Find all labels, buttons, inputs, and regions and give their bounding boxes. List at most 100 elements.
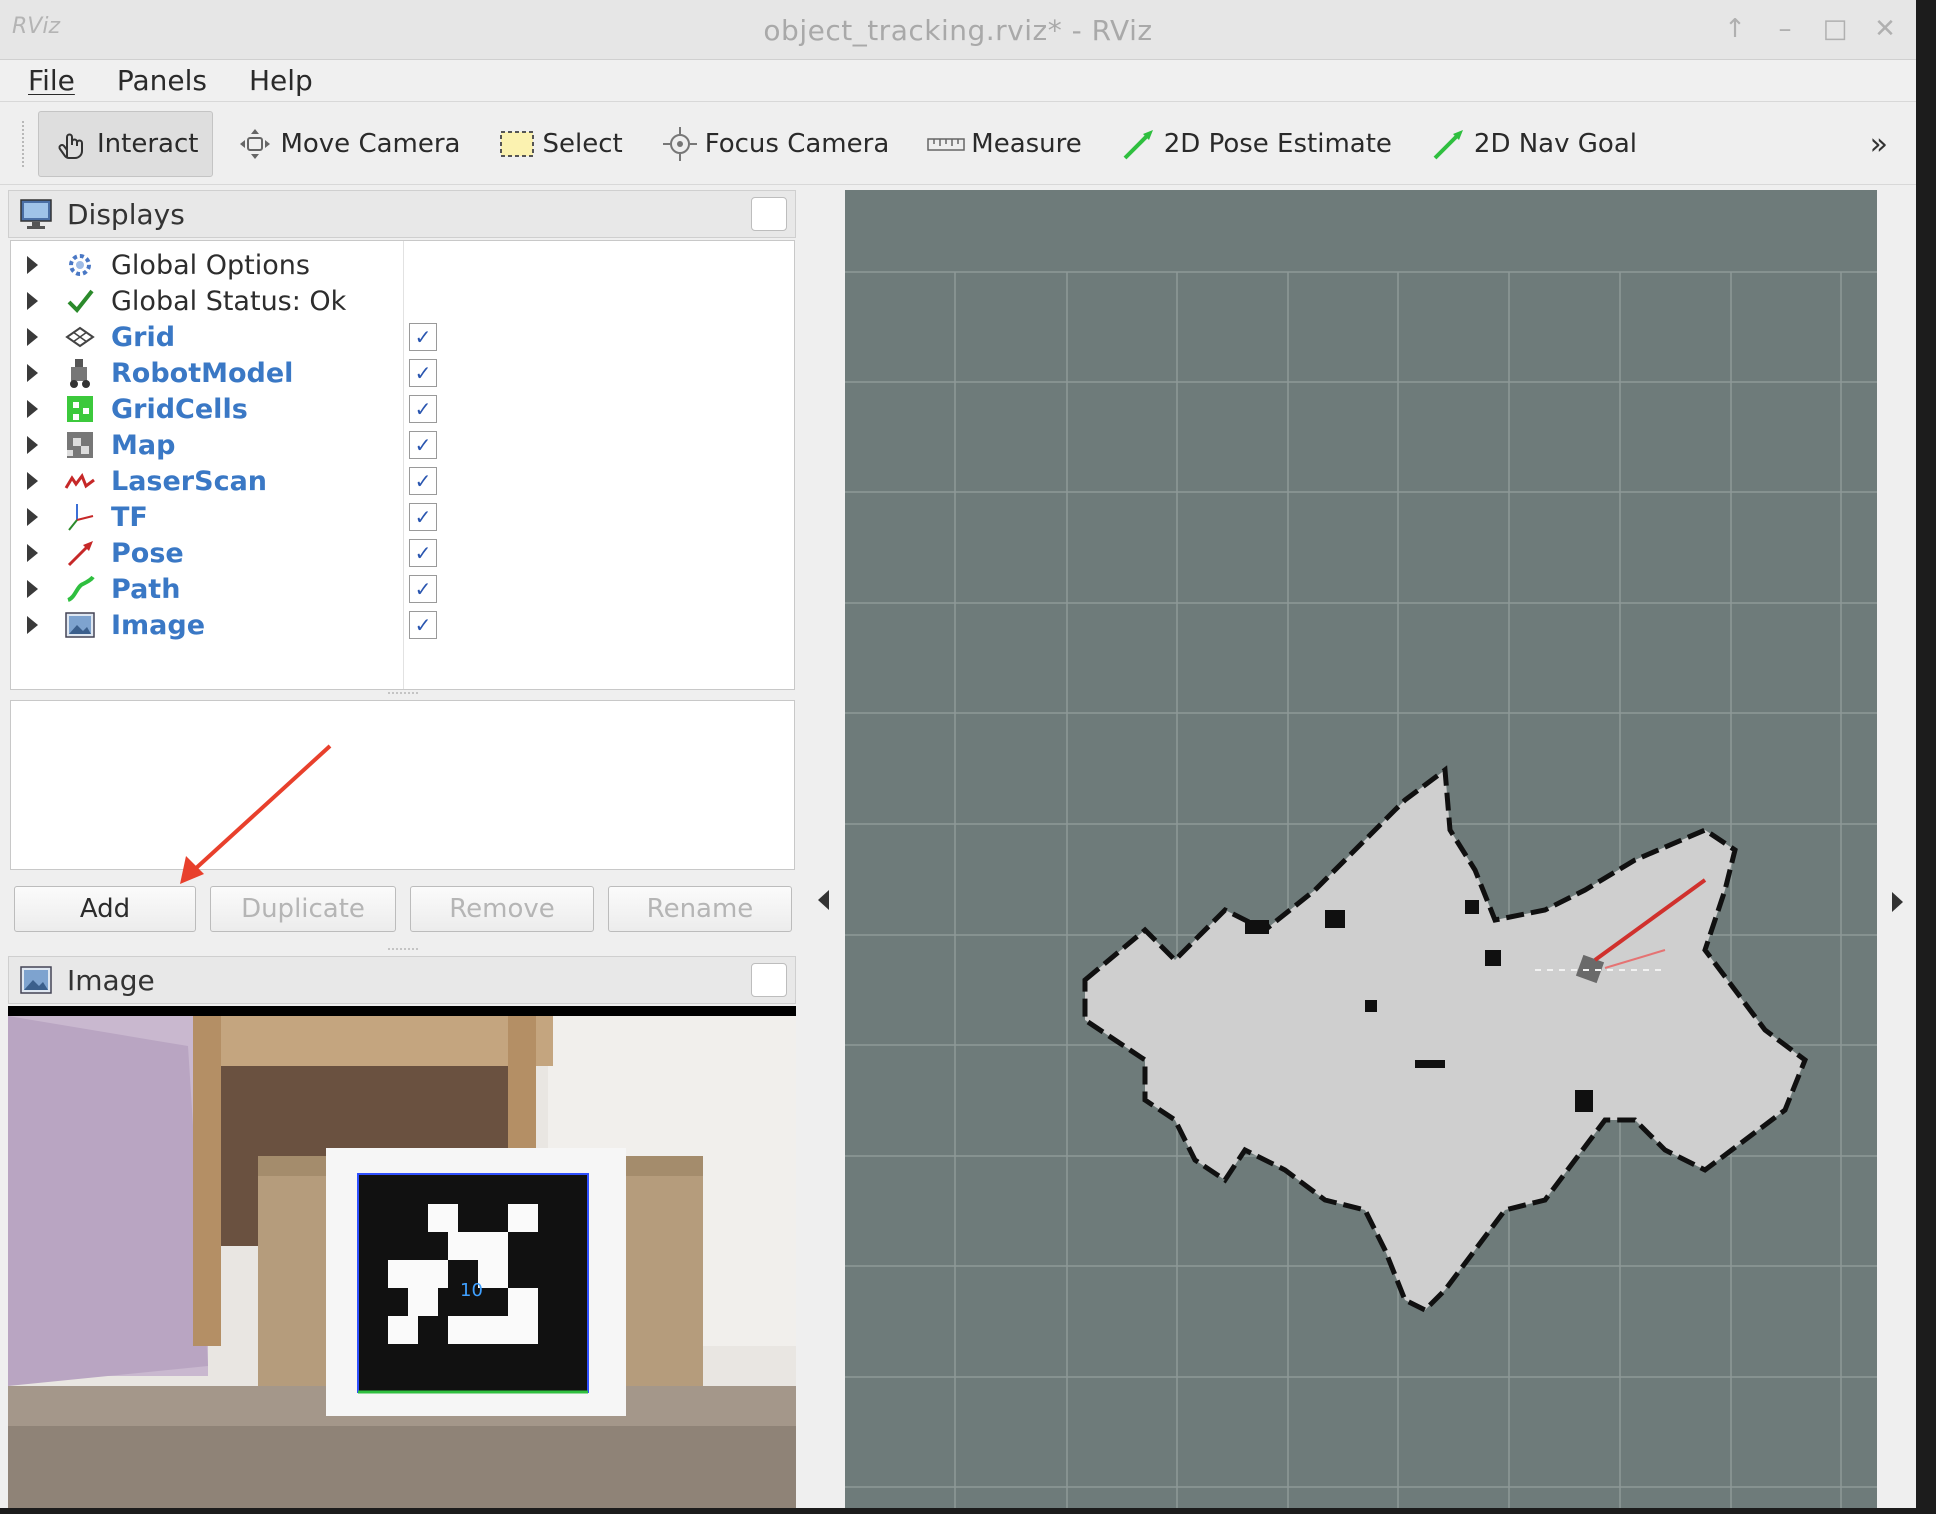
move-camera-icon xyxy=(236,125,274,163)
green-arrow-icon xyxy=(1430,125,1468,163)
camera-image-view: 10 xyxy=(8,1006,796,1508)
image-float-button[interactable] xyxy=(751,963,787,997)
display-item-image[interactable]: Image ✓ xyxy=(11,607,794,643)
collapse-left-dock-button[interactable] xyxy=(818,890,829,910)
expand-arrow-icon[interactable] xyxy=(27,616,38,634)
menu-bar: File Panels Help xyxy=(0,60,1916,102)
display-item-tf[interactable]: TF ✓ xyxy=(11,499,794,535)
enable-checkbox[interactable]: ✓ xyxy=(409,539,437,567)
window-controls: ↑ – □ ✕ xyxy=(1720,10,1900,48)
display-item-map[interactable]: Map ✓ xyxy=(11,427,794,463)
enable-checkbox[interactable]: ✓ xyxy=(409,467,437,495)
tool-label: Focus Camera xyxy=(704,128,890,159)
tool-label: Interact xyxy=(97,128,199,159)
displays-float-button[interactable] xyxy=(751,197,787,231)
enable-checkbox[interactable]: ✓ xyxy=(409,575,437,603)
rename-button[interactable]: Rename xyxy=(608,886,792,932)
expand-arrow-icon[interactable] xyxy=(27,256,38,274)
display-item-global-options[interactable]: Global Options xyxy=(11,247,794,283)
toolbar-grip[interactable] xyxy=(22,120,28,167)
hand-pointer-icon xyxy=(53,125,91,163)
tools-toolbar: Interact Move Camera Select Focus Camera… xyxy=(0,103,1916,185)
tool-move-camera[interactable]: Move Camera xyxy=(221,111,475,177)
close-icon[interactable]: ✕ xyxy=(1870,10,1900,48)
displays-splitter[interactable] xyxy=(388,692,418,698)
add-button[interactable]: Add xyxy=(14,886,196,932)
display-item-robotmodel[interactable]: RobotModel ✓ xyxy=(11,355,794,391)
enable-checkbox[interactable]: ✓ xyxy=(409,359,437,387)
display-item-label: LaserScan xyxy=(111,465,268,497)
maximize-icon[interactable]: □ xyxy=(1820,10,1850,48)
image-panel-title: Image xyxy=(67,963,155,997)
robot-icon xyxy=(63,356,97,390)
expand-arrow-icon[interactable] xyxy=(27,472,38,490)
display-item-global-status-ok[interactable]: Global Status: Ok xyxy=(11,283,794,319)
3d-render-view[interactable] xyxy=(845,190,1877,1508)
check-icon xyxy=(63,284,97,318)
tf-axes-icon xyxy=(63,500,97,534)
display-item-gridcells[interactable]: GridCells ✓ xyxy=(11,391,794,427)
display-item-label: Image xyxy=(111,609,206,641)
display-item-path[interactable]: Path ✓ xyxy=(11,571,794,607)
displays-tree: Global Options Global Status: Ok Grid ✓ Robo… xyxy=(10,240,795,690)
expand-arrow-icon[interactable] xyxy=(27,364,38,382)
tool-label: 2D Nav Goal xyxy=(1473,128,1637,159)
display-item-grid[interactable]: Grid ✓ xyxy=(11,319,794,355)
expand-arrow-icon[interactable] xyxy=(27,544,38,562)
tool-measure[interactable]: Measure xyxy=(912,111,1097,177)
expand-arrow-icon[interactable] xyxy=(27,580,38,598)
remove-button[interactable]: Remove xyxy=(410,886,594,932)
display-item-laserscan[interactable]: LaserScan ✓ xyxy=(11,463,794,499)
grid-icon xyxy=(63,320,97,354)
tool-label: 2D Pose Estimate xyxy=(1163,128,1392,159)
toolbar-overflow-button[interactable]: » xyxy=(1870,127,1888,162)
path-icon xyxy=(63,572,97,606)
tool-2d-pose-estimate[interactable]: 2D Pose Estimate xyxy=(1105,111,1407,177)
expand-arrow-icon[interactable] xyxy=(27,508,38,526)
gridcells-icon xyxy=(63,392,97,426)
tool-label: Move Camera xyxy=(280,128,461,159)
display-item-label: GridCells xyxy=(111,393,248,425)
display-description-box xyxy=(10,700,795,870)
green-arrow-icon xyxy=(1120,125,1158,163)
expand-arrow-icon[interactable] xyxy=(27,400,38,418)
display-item-pose[interactable]: Pose ✓ xyxy=(11,535,794,571)
window-title: object_tracking.rviz* - RViz xyxy=(763,14,1153,47)
tool-label: Select xyxy=(542,128,623,159)
enable-checkbox[interactable]: ✓ xyxy=(409,503,437,531)
panel-splitter[interactable] xyxy=(388,948,418,954)
menu-panels[interactable]: Panels xyxy=(107,64,217,97)
pose-arrow-icon xyxy=(63,536,97,570)
map-icon xyxy=(63,428,97,462)
enable-checkbox[interactable]: ✓ xyxy=(409,323,437,351)
expand-arrow-icon[interactable] xyxy=(27,436,38,454)
display-item-label: RobotModel xyxy=(111,357,294,389)
select-rect-icon xyxy=(498,125,536,163)
focus-camera-icon xyxy=(661,125,699,163)
display-item-label: Global Status: Ok xyxy=(111,285,347,317)
menu-file[interactable]: File xyxy=(18,64,85,97)
map-visualization xyxy=(845,271,1877,1508)
duplicate-button[interactable]: Duplicate xyxy=(210,886,396,932)
occupancy-map xyxy=(1082,765,1809,1314)
displays-panel-title: Displays xyxy=(67,197,185,231)
display-item-label: Path xyxy=(111,573,181,605)
keep-above-icon[interactable]: ↑ xyxy=(1720,10,1750,48)
menu-help[interactable]: Help xyxy=(239,64,323,97)
tool-interact[interactable]: Interact xyxy=(38,110,214,177)
camera-image: 10 xyxy=(8,1006,796,1508)
image-icon xyxy=(63,608,97,642)
laserscan-icon xyxy=(63,464,97,498)
display-item-label: TF xyxy=(111,501,148,533)
minimize-icon[interactable]: – xyxy=(1770,10,1800,48)
tool-select[interactable]: Select xyxy=(483,111,637,177)
expand-arrow-icon[interactable] xyxy=(27,292,38,310)
expand-arrow-icon[interactable] xyxy=(27,328,38,346)
enable-checkbox[interactable]: ✓ xyxy=(409,611,437,639)
enable-checkbox[interactable]: ✓ xyxy=(409,431,437,459)
rviz-window: RViz object_tracking.rviz* - RViz ↑ – □ … xyxy=(0,0,1916,1508)
collapse-right-dock-button[interactable] xyxy=(1892,892,1903,912)
tool-focus-camera[interactable]: Focus Camera xyxy=(646,111,905,177)
tool-2d-nav-goal[interactable]: 2D Nav Goal xyxy=(1415,111,1652,177)
enable-checkbox[interactable]: ✓ xyxy=(409,395,437,423)
